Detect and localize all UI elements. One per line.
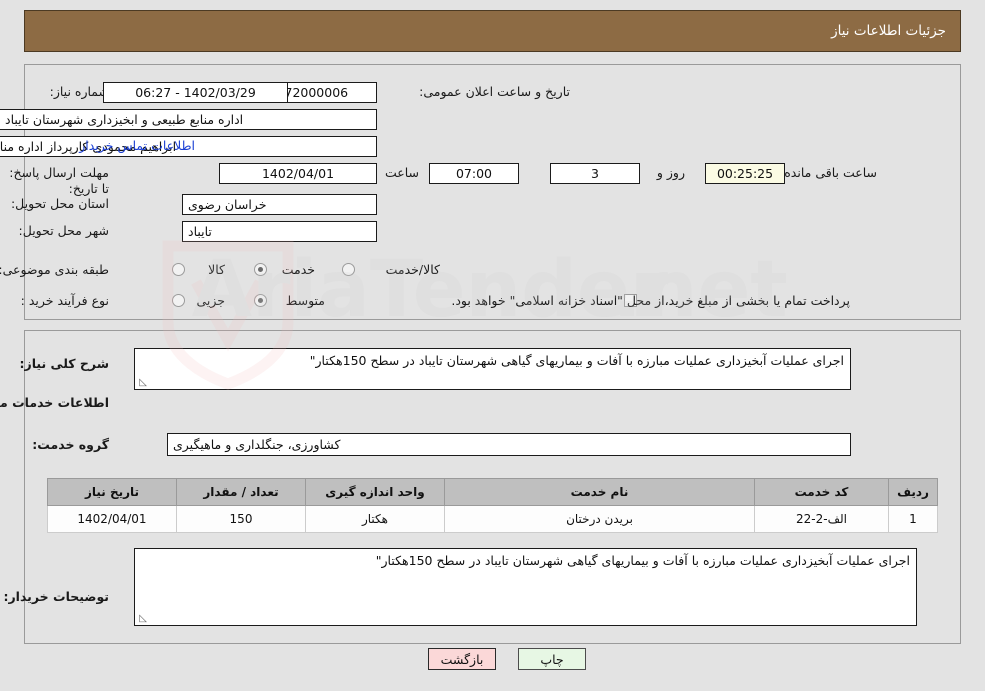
col-need-date: تاریخ نیاز [47,478,177,506]
general-desc-value: اجرای عملیات آبخیزداری عملیات مبارزه با … [309,353,844,368]
buyer-notes-textarea[interactable]: اجرای عملیات آبخیزداری عملیات مبارزه با … [134,548,917,626]
response-deadline-date-field[interactable]: 1402/04/01 [219,163,377,184]
page-title: جزئیات اطلاعات نیاز [831,23,946,39]
table-header-row: ردیف کد خدمت نام خدمت واحد اندازه گیری ت… [47,478,938,506]
remaining-days-field[interactable]: 3 [550,163,640,184]
service-group-field[interactable]: کشاورزی، جنگلداری و ماهیگیری [167,433,851,456]
remaining-days-label: روز و [656,165,685,180]
announce-datetime-field[interactable]: 1402/03/29 - 06:27 [103,82,288,103]
delivery-province-field[interactable]: خراسان رضوی [182,194,377,215]
col-unit: واحد اندازه گیری [305,478,445,506]
response-deadline-time-field[interactable]: 07:00 [429,163,519,184]
cell-service-code: الف-2-22 [754,505,889,533]
radio-process-motavaset[interactable] [254,294,267,307]
delivery-city-label: شهر محل تحویل: [18,223,109,238]
back-button[interactable]: بازگشت [428,648,496,670]
treasury-bond-note: پرداخت تمام یا بخشی از مبلغ خرید،از محل … [451,293,850,308]
buyer-notes-value: اجرای عملیات آبخیزداری عملیات مبارزه با … [375,553,910,568]
radio-category-kala-khedmat-label: کالا/خدمت [385,262,440,277]
col-service-code: کد خدمت [754,478,889,506]
announce-datetime-label: تاریخ و ساعت اعلان عمومی: [419,84,570,99]
delivery-province-label: استان محل تحویل: [10,196,109,211]
purchase-process-label: نوع فرآیند خرید : [20,293,109,308]
page-title-bar: جزئیات اطلاعات نیاز [24,10,961,52]
resize-grip-icon[interactable]: ◺ [137,378,147,388]
print-button[interactable]: چاپ [518,648,586,670]
response-deadline-label: مهلت ارسال پاسخ: تا تاریخ: [9,165,109,196]
cell-need-date: 1402/04/01 [47,505,177,533]
cell-quantity: 150 [176,505,306,533]
cell-service-name: بریدن درختان [444,505,755,533]
need-number-label: شماره نیاز: [49,84,109,99]
radio-category-kala-khedmat[interactable] [342,263,355,276]
col-service-name: نام خدمت [444,478,755,506]
delivery-city-field[interactable]: تایباد [182,221,377,242]
buyer-org-field[interactable]: اداره منابع طبیعی و ابخیزداری شهرستان تا… [0,109,377,130]
buyer-notes-label: توضیحات خریدار: [3,589,109,604]
radio-category-khedmat-label: خدمت [281,262,315,277]
radio-process-jozi[interactable] [172,294,185,307]
radio-process-jozi-label: جزیی [196,293,225,308]
service-group-label: گروه خدمت: [32,437,109,452]
category-label: طبقه بندی موضوعی: [0,262,109,277]
services-section-title: اطلاعات خدمات مورد نیاز [0,395,109,410]
radio-category-kala[interactable] [172,263,185,276]
general-desc-label: شرح کلی نیاز: [19,356,109,371]
page-root: جزئیات اطلاعات نیاز شماره نیاز: 11020046… [0,0,985,691]
cell-unit: هکتار [305,505,445,533]
radio-category-khedmat[interactable] [254,263,267,276]
general-desc-textarea[interactable]: اجرای عملیات آبخیزداری عملیات مبارزه با … [134,348,851,390]
cell-row-no: 1 [888,505,938,533]
deadline-time-label: ساعت [384,165,419,180]
table-row: 1 الف-2-22 بریدن درختان هکتار 150 1402/0… [47,505,938,533]
col-row-no: ردیف [888,478,938,506]
buyer-contact-link[interactable]: اطلاعات تماس خریدار [79,138,195,153]
col-quantity: تعداد / مقدار [176,478,306,506]
countdown-field: 00:25:25 [705,163,785,184]
radio-process-motavaset-label: متوسط [285,293,325,308]
services-table: ردیف کد خدمت نام خدمت واحد اندازه گیری ت… [47,478,938,533]
resize-grip-icon[interactable]: ◺ [137,614,147,624]
countdown-label: ساعت باقی مانده [784,165,877,180]
radio-category-kala-label: کالا [208,262,225,277]
